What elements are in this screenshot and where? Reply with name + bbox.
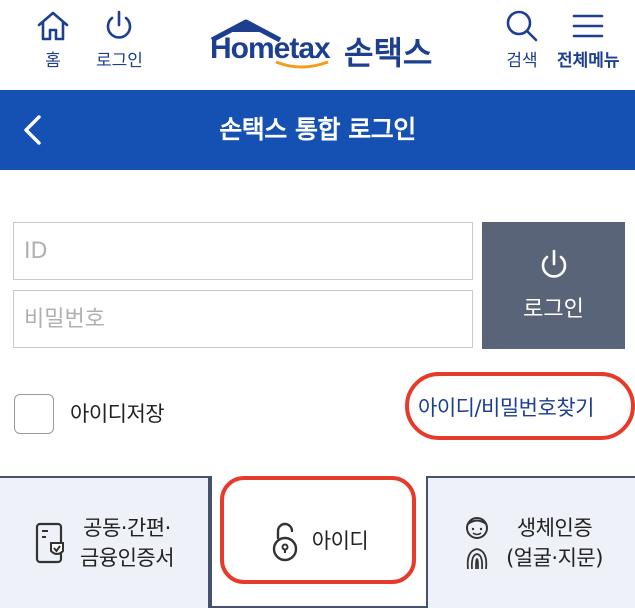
- power-icon: [107, 10, 132, 39]
- search-label: 검색: [506, 51, 538, 71]
- header-login-button[interactable]: 로그인: [96, 10, 143, 71]
- home-label: 홈: [45, 51, 61, 71]
- id-input[interactable]: [13, 222, 473, 280]
- logo-korean: 손택스: [344, 34, 433, 72]
- app-header: 홈 로그인 Hometax 손택스 검색 전체메뉴: [0, 0, 635, 90]
- search-icon: [506, 10, 538, 42]
- full-menu-label: 전체메뉴: [557, 51, 620, 71]
- tab-id-label: 아이디: [311, 526, 369, 556]
- tab-certificate-line2: 금융인증서: [79, 546, 175, 570]
- header-login-label: 로그인: [96, 51, 143, 71]
- page-title: 손택스 통합 로그인: [219, 115, 416, 144]
- save-id-checkbox[interactable]: [14, 394, 54, 434]
- tab-biometric-line2: (얼굴·지문): [506, 546, 603, 570]
- logo-text: Hometax: [210, 32, 331, 65]
- certificate-icon: [34, 521, 68, 565]
- find-id-password-link[interactable]: 아이디/비밀번호찾기: [418, 392, 594, 422]
- biometric-icon: [460, 515, 494, 571]
- title-bar: 손택스 통합 로그인: [0, 90, 635, 170]
- login-method-tabs: 공동·간편· 금융인증서 아이디 생체인증 (얼굴·지문): [0, 476, 635, 608]
- unlock-icon: [270, 520, 300, 562]
- power-icon: [541, 249, 566, 278]
- save-id-label: 아이디저장: [70, 402, 165, 426]
- search-button[interactable]: 검색: [503, 10, 541, 71]
- full-menu-button[interactable]: 전체메뉴: [557, 10, 620, 71]
- tab-certificate[interactable]: 공동·간편· 금융인증서: [0, 476, 210, 608]
- tab-certificate-label: 공동·간편· 금융인증서: [79, 513, 175, 573]
- tab-biometric-line1: 생체인증: [516, 516, 593, 540]
- home-button[interactable]: 홈: [36, 10, 70, 71]
- tab-biometric-label: 생체인증 (얼굴·지문): [506, 513, 603, 573]
- tab-biometric[interactable]: 생체인증 (얼굴·지문): [428, 476, 635, 608]
- hometax-logo[interactable]: Hometax 손택스: [206, 18, 436, 74]
- tab-id[interactable]: 아이디: [210, 476, 428, 608]
- tab-certificate-line1: 공동·간편·: [83, 516, 171, 540]
- password-input[interactable]: [13, 290, 473, 348]
- tab-id-text: 아이디: [311, 529, 369, 553]
- hamburger-menu-icon: [572, 14, 604, 38]
- login-button[interactable]: 로그인: [482, 222, 625, 349]
- home-icon: [37, 11, 69, 41]
- login-button-label: 로그인: [523, 295, 584, 321]
